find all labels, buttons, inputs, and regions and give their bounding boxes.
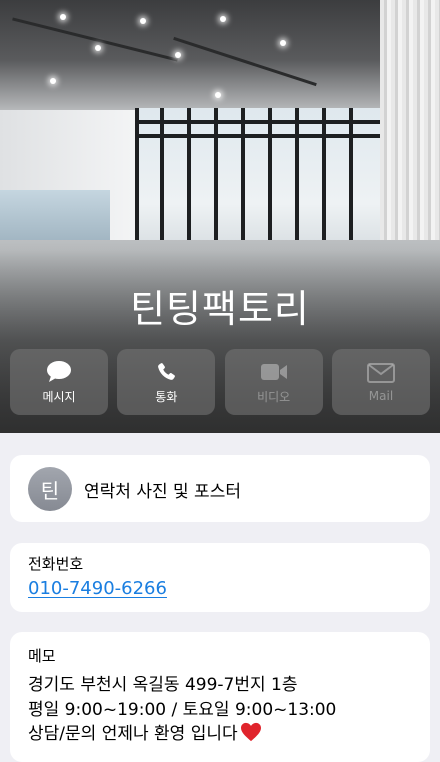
ceiling-light — [60, 14, 66, 20]
ceiling-light — [215, 92, 221, 98]
heart-icon — [240, 722, 262, 747]
message-button[interactable]: 메시지 — [10, 349, 108, 415]
phone-label: 전화번호 — [28, 555, 84, 573]
window-frame — [135, 120, 385, 124]
contact-poster-photo: 틴팅팩토리 메시지 통화 비디오 Mail — [0, 0, 440, 433]
phone-icon — [155, 360, 177, 384]
memo-line: 평일 9:00~19:00 / 토요일 9:00~13:00 — [28, 700, 337, 720]
video-button[interactable]: 비디오 — [224, 349, 323, 415]
mail-button[interactable]: Mail — [331, 349, 430, 415]
window-frame — [135, 134, 385, 138]
avatar: 틴 — [28, 467, 72, 511]
mail-icon — [366, 361, 395, 385]
message-label: 메시지 — [42, 389, 76, 404]
contact-name: 틴팅팩토리 — [130, 287, 310, 331]
ceiling-light — [50, 78, 56, 84]
phone-card: 전화번호 010-7490-6266 — [10, 543, 430, 612]
mail-label: Mail — [368, 389, 394, 403]
contact-photo-poster-row[interactable]: 틴 연락처 사진 및 포스터 — [10, 455, 430, 522]
contact-photo-poster-label: 연락처 사진 및 포스터 — [84, 482, 241, 502]
quick-actions: 메시지 통화 비디오 Mail — [10, 349, 430, 415]
call-button[interactable]: 통화 — [117, 349, 216, 415]
ceiling-light — [175, 52, 181, 58]
memo-label: 메모 — [28, 647, 56, 665]
ceiling-light — [95, 45, 101, 51]
memo-card: 메모 경기도 부천시 옥길동 499-7번지 1층 평일 9:00~19:00 … — [10, 632, 430, 762]
counter — [0, 190, 110, 245]
memo-line: 상담/문의 언제나 환영 입니다 — [28, 724, 238, 744]
call-label: 통화 — [155, 389, 178, 404]
video-label: 비디오 — [257, 389, 291, 404]
ceiling-light — [220, 16, 226, 22]
ceiling-light — [140, 18, 146, 24]
video-icon — [260, 360, 288, 384]
phone-number-link[interactable]: 010-7490-6266 — [28, 578, 167, 599]
memo-line: 경기도 부천시 옥길동 499-7번지 1층 — [28, 675, 298, 695]
message-icon — [46, 360, 72, 384]
memo-line-with-emoji: 상담/문의 언제나 환영 입니다 — [28, 719, 262, 747]
ceiling-light — [280, 40, 286, 46]
